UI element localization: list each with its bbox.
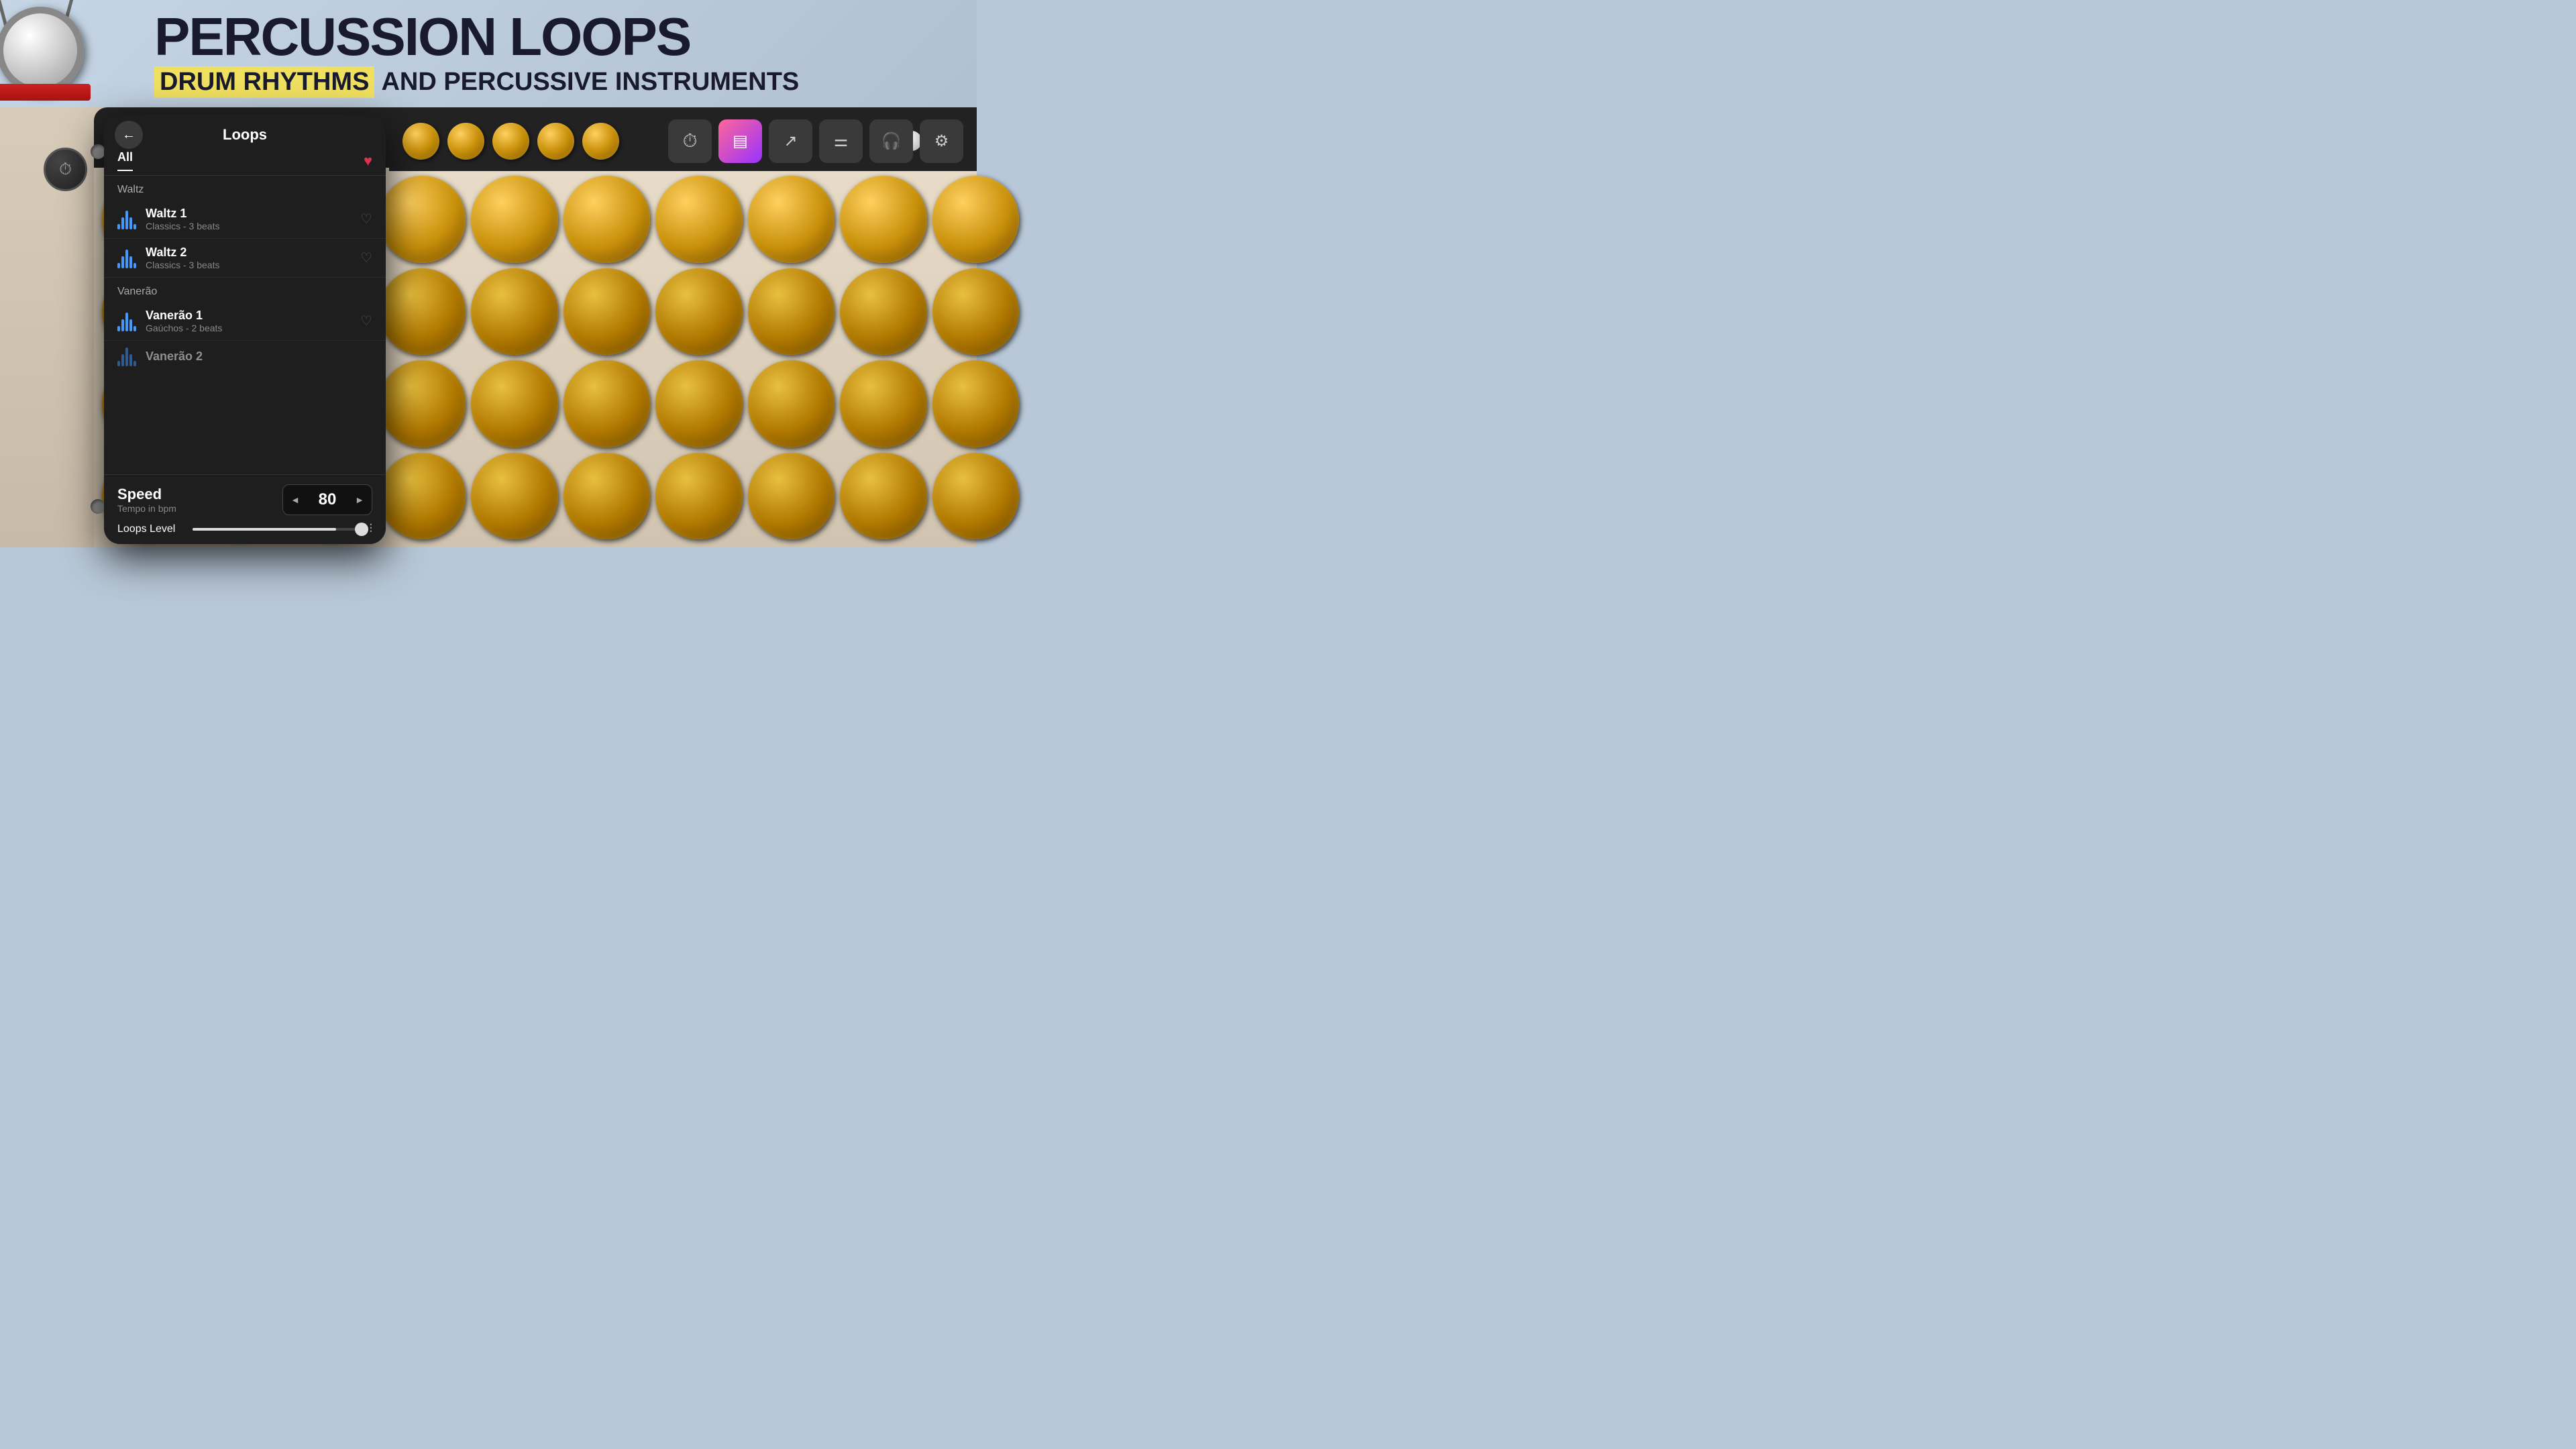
loop-favorite-waltz2[interactable]: ♡ xyxy=(360,250,372,266)
loops-button[interactable]: ▤ xyxy=(718,119,762,163)
tabs-row: All ♥ xyxy=(104,150,386,176)
pad-btn[interactable] xyxy=(564,360,651,447)
level-row: Loops Level ⫶ xyxy=(117,522,372,536)
waveform-icon-waltz1 xyxy=(117,209,138,229)
loop-favorite-vanerao1[interactable]: ♡ xyxy=(360,313,372,329)
title-area: PERCUSSION LOOPS DRUM RHYTHMS AND PERCUS… xyxy=(0,0,977,107)
loop-name-waltz1: Waltz 1 xyxy=(146,207,352,221)
loop-name-waltz2: Waltz 2 xyxy=(146,246,352,260)
loop-meta-waltz1: Classics - 3 beats xyxy=(146,221,352,231)
pad-btn[interactable] xyxy=(840,453,927,540)
toolbar-area: ⏱ ▤ ↗ ⚌ 🎧 ⚙ xyxy=(389,111,977,171)
level-label: Loops Level xyxy=(117,523,184,535)
loop-info-waltz1: Waltz 1 Classics - 3 beats xyxy=(146,207,352,231)
level-icon[interactable]: ⫶ xyxy=(370,522,373,536)
loop-meta-waltz2: Classics - 3 beats xyxy=(146,260,352,270)
pad-btn[interactable] xyxy=(379,453,466,540)
slider-thumb[interactable] xyxy=(355,523,368,536)
back-arrow-icon: ← xyxy=(122,127,136,143)
headphones-button[interactable]: 🎧 xyxy=(869,119,913,163)
section-header-vanerao: Vanerão xyxy=(104,278,386,302)
pad-btn[interactable] xyxy=(748,360,835,447)
subtitle-line: DRUM RHYTHMS AND PERCUSSIVE INSTRUMENTS xyxy=(154,66,799,98)
screw-top xyxy=(91,144,105,159)
pad-btn[interactable] xyxy=(379,268,466,356)
bpm-value: 80 xyxy=(307,490,347,509)
pad-btn[interactable] xyxy=(748,176,835,263)
speed-label: Speed xyxy=(117,486,176,503)
speed-row: Speed Tempo in bpm ◄ 80 ► xyxy=(117,484,372,515)
loop-name-vanerao1: Vanerão 1 xyxy=(146,309,352,323)
pad-btn[interactable] xyxy=(471,360,558,447)
tempo-button[interactable]: ⏱ xyxy=(668,119,712,163)
tempo-left-button[interactable]: ⏱ xyxy=(44,148,87,191)
pad-btn[interactable] xyxy=(748,268,835,356)
loops-panel: ← Loops All ♥ Waltz Waltz 1 Classics - 3… xyxy=(104,114,386,544)
pad-btn[interactable] xyxy=(471,453,558,540)
pad-btn[interactable] xyxy=(655,360,743,447)
bpm-decrease-button[interactable]: ◄ xyxy=(283,485,307,515)
main-title: PERCUSSION LOOPS xyxy=(154,10,799,64)
pad-btn[interactable] xyxy=(379,176,466,263)
bpm-increase-button[interactable]: ► xyxy=(347,485,372,515)
loop-info-vanerao2: Vanerão 2 xyxy=(146,350,372,364)
loop-info-waltz2: Waltz 2 Classics - 3 beats xyxy=(146,246,352,270)
loop-name-vanerao2: Vanerão 2 xyxy=(146,350,372,364)
pad-btn[interactable] xyxy=(932,176,1020,263)
loop-meta-vanerao1: Gaúchos - 2 beats xyxy=(146,323,352,333)
pad-btn[interactable] xyxy=(471,268,558,356)
speed-section: Speed Tempo in bpm ◄ 80 ► Loops Level ⫶ xyxy=(104,474,386,544)
pad-btn[interactable] xyxy=(564,268,651,356)
speed-sublabel: Tempo in bpm xyxy=(117,503,176,514)
section-header-waltz: Waltz xyxy=(104,176,386,200)
pad-btn[interactable] xyxy=(840,268,927,356)
loop-item-waltz2[interactable]: Waltz 2 Classics - 3 beats ♡ xyxy=(104,239,386,278)
speed-label-group: Speed Tempo in bpm xyxy=(117,486,176,514)
loops-header: ← Loops xyxy=(104,114,386,150)
bpm-control[interactable]: ◄ 80 ► xyxy=(282,484,372,515)
pad-btn[interactable] xyxy=(564,453,651,540)
subtitle-rest: AND PERCUSSIVE INSTRUMENTS xyxy=(381,68,799,97)
screw-bottom xyxy=(91,499,105,514)
mixer-button[interactable]: ⚌ xyxy=(819,119,863,163)
pad-btn[interactable] xyxy=(840,176,927,263)
loop-item-waltz1[interactable]: Waltz 1 Classics - 3 beats ♡ xyxy=(104,200,386,239)
waveform-icon-vanerao2 xyxy=(117,346,138,366)
favorites-filter[interactable]: ♥ xyxy=(364,152,372,170)
pad-btn[interactable] xyxy=(655,176,743,263)
subtitle-highlight: DRUM RHYTHMS xyxy=(154,66,374,98)
pad-btn[interactable] xyxy=(748,453,835,540)
back-button[interactable]: ← xyxy=(115,121,143,149)
title-block: PERCUSSION LOOPS DRUM RHYTHMS AND PERCUS… xyxy=(154,10,799,98)
pad-btn[interactable] xyxy=(655,453,743,540)
pad-btn[interactable] xyxy=(840,360,927,447)
pad-btn[interactable] xyxy=(655,268,743,356)
loops-title: Loops xyxy=(223,126,267,144)
tab-all[interactable]: All xyxy=(117,150,133,171)
loops-list[interactable]: Waltz Waltz 1 Classics - 3 beats ♡ xyxy=(104,176,386,411)
settings-button[interactable]: ⚙ xyxy=(920,119,963,163)
pad-btn[interactable] xyxy=(564,176,651,263)
transpose-button[interactable]: ↗ xyxy=(769,119,812,163)
loop-info-vanerao1: Vanerão 1 Gaúchos - 2 beats xyxy=(146,309,352,333)
slider-fill xyxy=(193,528,336,531)
level-slider[interactable] xyxy=(193,528,362,531)
loop-item-vanerao2[interactable]: Vanerão 2 xyxy=(104,341,386,372)
waveform-icon-waltz2 xyxy=(117,248,138,268)
pad-btn[interactable] xyxy=(932,453,1020,540)
pad-btn[interactable] xyxy=(471,176,558,263)
waveform-icon-vanerao1 xyxy=(117,311,138,331)
pad-btn[interactable] xyxy=(932,360,1020,447)
loop-favorite-waltz1[interactable]: ♡ xyxy=(360,211,372,227)
pad-btn[interactable] xyxy=(932,268,1020,356)
loop-item-vanerao1[interactable]: Vanerão 1 Gaúchos - 2 beats ♡ xyxy=(104,302,386,341)
pad-btn[interactable] xyxy=(379,360,466,447)
